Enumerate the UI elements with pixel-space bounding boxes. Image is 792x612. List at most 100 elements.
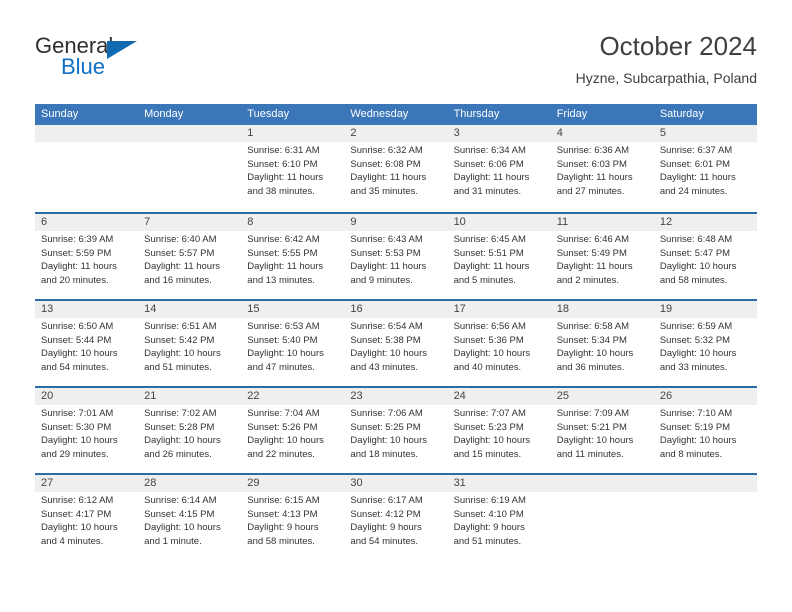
brand-logo[interactable]: General Blue xyxy=(35,34,215,94)
calendar-day-cell[interactable]: 7 Sunrise: 6:40 AM Sunset: 5:57 PM Daylight… xyxy=(138,214,241,299)
day-daylight1-text: Daylight: 10 hours xyxy=(453,348,531,359)
day-number: 27 xyxy=(41,477,54,489)
day-daylight2-text: and 11 minutes. xyxy=(556,448,624,460)
weekday-header-saturday: Saturday xyxy=(659,108,704,120)
calendar-day-cell[interactable]: 28 Sunrise: 6:14 AM Sunset: 4:15 PM Dayligh… xyxy=(138,475,241,560)
calendar-day-cell[interactable]: 16 Sunrise: 6:54 AM Sunset: 5:38 PM Dayligh… xyxy=(344,301,447,386)
day-number: 31 xyxy=(453,477,466,489)
day-daylight2-text: and 18 minutes. xyxy=(350,448,419,460)
calendar-day-cell-empty xyxy=(654,475,757,560)
day-info: Sunrise: 6:19 AM Sunset: 4:10 PM Daylight:… xyxy=(454,494,545,548)
day-number: 19 xyxy=(659,303,673,315)
calendar-day-cell[interactable]: 14 Sunrise: 6:51 AM Sunset: 5:42 PM Dayligh… xyxy=(138,301,241,386)
day-sunset-text: Sunset: 6:08 PM xyxy=(350,158,421,170)
calendar-day-cell[interactable]: 29 Sunrise: 6:15 AM Sunset: 4:13 PM Dayligh… xyxy=(241,475,344,560)
calendar-day-cell[interactable]: 30 Sunrise: 6:17 AM Sunset: 4:12 PM Dayligh… xyxy=(344,475,447,560)
day-sunrise-text: Sunrise: 7:02 AM xyxy=(144,408,217,419)
day-info: Sunrise: 6:14 AM Sunset: 4:15 PM Daylight:… xyxy=(144,494,235,548)
day-sunset-text: Sunset: 5:42 PM xyxy=(144,334,215,346)
calendar-day-cell[interactable]: 15 Sunrise: 6:53 AM Sunset: 5:40 PM Dayligh… xyxy=(241,301,344,386)
day-daylight1-text: Daylight: 11 hours xyxy=(144,261,221,272)
calendar-day-cell[interactable]: 5 Sunrise: 6:37 AM Sunset: 6:01 PM Daylight… xyxy=(654,125,757,212)
day-daylight2-text: and 29 minutes. xyxy=(41,448,109,460)
day-daylight1-text: Daylight: 11 hours xyxy=(247,261,324,272)
calendar-day-cell[interactable]: 2 Sunrise: 6:32 AM Sunset: 6:08 PM Daylight… xyxy=(344,125,447,212)
day-sunset-text: Sunset: 5:47 PM xyxy=(659,247,731,259)
day-daylight1-text: Daylight: 11 hours xyxy=(247,172,324,183)
day-sunrise-text: Sunrise: 6:40 AM xyxy=(144,234,217,245)
calendar-day-cell[interactable]: 13 Sunrise: 6:50 AM Sunset: 5:44 PM Dayligh… xyxy=(35,301,138,386)
day-sunrise-text: Sunrise: 6:46 AM xyxy=(556,234,630,245)
day-sunrise-text: Sunrise: 6:48 AM xyxy=(659,234,733,245)
day-info: Sunrise: 6:42 AM Sunset: 5:55 PM Daylight:… xyxy=(247,233,338,287)
day-daylight2-text: and 9 minutes. xyxy=(350,274,413,286)
day-number: 5 xyxy=(659,127,666,139)
calendar-day-cell[interactable]: 27 Sunrise: 6:12 AM Sunset: 4:17 PM Dayligh… xyxy=(35,475,138,560)
day-number: 18 xyxy=(556,303,569,315)
calendar-day-cell[interactable]: 3 Sunrise: 6:34 AM Sunset: 6:06 PM Daylight… xyxy=(448,125,551,212)
day-info: Sunrise: 6:12 AM Sunset: 4:17 PM Daylight:… xyxy=(41,494,132,548)
day-daylight2-text: and 2 minutes. xyxy=(556,274,620,286)
day-daylight2-text: and 51 minutes. xyxy=(144,361,212,373)
day-sunrise-text: Sunrise: 6:19 AM xyxy=(453,495,526,506)
day-number: 28 xyxy=(144,477,157,489)
day-number: 15 xyxy=(247,303,260,315)
calendar-day-cell[interactable]: 19 Sunrise: 6:59 AM Sunset: 5:32 PM Dayligh… xyxy=(654,301,757,386)
day-sunrise-text: Sunrise: 6:15 AM xyxy=(247,495,320,506)
day-sunset-text: Sunset: 5:49 PM xyxy=(556,247,627,259)
calendar-day-cell[interactable]: 22 Sunrise: 7:04 AM Sunset: 5:26 PM Dayligh… xyxy=(241,388,344,473)
day-sunset-text: Sunset: 6:03 PM xyxy=(556,158,627,170)
day-sunset-text: Sunset: 5:26 PM xyxy=(247,421,318,433)
day-daylight2-text: and 15 minutes. xyxy=(453,448,522,460)
day-daylight2-text: and 13 minutes. xyxy=(247,274,315,286)
day-number: 23 xyxy=(350,390,363,402)
calendar-day-cell[interactable]: 17 Sunrise: 6:56 AM Sunset: 5:36 PM Dayligh… xyxy=(448,301,551,386)
calendar-day-cell[interactable]: 12 Sunrise: 6:48 AM Sunset: 5:47 PM Dayligh… xyxy=(654,214,757,299)
day-daylight1-text: Daylight: 10 hours xyxy=(556,435,634,446)
calendar-day-cell[interactable]: 9 Sunrise: 6:43 AM Sunset: 5:53 PM Daylight… xyxy=(344,214,447,299)
day-daylight2-text: and 5 minutes. xyxy=(453,274,516,286)
calendar-day-cell[interactable]: 11 Sunrise: 6:46 AM Sunset: 5:49 PM Dayligh… xyxy=(551,214,654,299)
calendar-day-cell[interactable]: 18 Sunrise: 6:58 AM Sunset: 5:34 PM Dayligh… xyxy=(551,301,654,386)
day-daylight2-text: and 1 minute. xyxy=(144,535,202,547)
day-number: 6 xyxy=(41,216,48,228)
day-sunrise-text: Sunrise: 6:43 AM xyxy=(350,234,423,245)
day-daylight2-text: and 58 minutes. xyxy=(247,535,315,547)
day-info: Sunrise: 7:10 AM Sunset: 5:19 PM Daylight:… xyxy=(660,407,751,461)
weekday-header-wednesday: Wednesday xyxy=(350,108,409,120)
day-daylight1-text: Daylight: 10 hours xyxy=(144,348,221,359)
day-number: 8 xyxy=(247,216,254,228)
day-sunrise-text: Sunrise: 7:10 AM xyxy=(659,408,733,419)
day-sunset-text: Sunset: 5:59 PM xyxy=(41,247,112,259)
day-daylight2-text: and 36 minutes. xyxy=(556,361,625,373)
calendar-day-cell[interactable]: 23 Sunrise: 7:06 AM Sunset: 5:25 PM Dayligh… xyxy=(344,388,447,473)
calendar-day-cell[interactable]: 8 Sunrise: 6:42 AM Sunset: 5:55 PM Daylight… xyxy=(241,214,344,299)
calendar-day-cell[interactable]: 20 Sunrise: 7:01 AM Sunset: 5:30 PM Dayligh… xyxy=(35,388,138,473)
day-sunrise-text: Sunrise: 7:01 AM xyxy=(41,408,114,419)
day-sunset-text: Sunset: 5:38 PM xyxy=(350,334,421,346)
day-sunset-text: Sunset: 5:53 PM xyxy=(350,247,421,259)
day-sunset-text: Sunset: 5:44 PM xyxy=(41,334,112,346)
calendar-day-cell[interactable]: 6 Sunrise: 6:39 AM Sunset: 5:59 PM Daylight… xyxy=(35,214,138,299)
calendar-day-cell[interactable]: 25 Sunrise: 7:09 AM Sunset: 5:21 PM Dayligh… xyxy=(551,388,654,473)
day-number: 4 xyxy=(556,127,563,139)
day-sunset-text: Sunset: 5:19 PM xyxy=(659,421,731,433)
day-info: Sunrise: 6:56 AM Sunset: 5:36 PM Daylight:… xyxy=(454,320,545,374)
day-number: 30 xyxy=(350,477,363,489)
calendar-table: Sunday Monday Tuesday Wednesday Thursday Frid… xyxy=(35,104,757,560)
calendar-day-cell-empty xyxy=(138,125,241,212)
day-number: 13 xyxy=(41,303,54,315)
day-daylight2-text: and 16 minutes. xyxy=(144,274,212,286)
calendar-day-cell[interactable]: 31 Sunrise: 6:19 AM Sunset: 4:10 PM Dayligh… xyxy=(448,475,551,560)
calendar-day-cell[interactable]: 1 Sunrise: 6:31 AM Sunset: 6:10 PM Daylight… xyxy=(241,125,344,212)
calendar-day-cell[interactable]: 21 Sunrise: 7:02 AM Sunset: 5:28 PM Dayligh… xyxy=(138,388,241,473)
calendar-day-cell[interactable]: 24 Sunrise: 7:07 AM Sunset: 5:23 PM Dayligh… xyxy=(448,388,551,473)
calendar-day-cell[interactable]: 10 Sunrise: 6:45 AM Sunset: 5:51 PM Dayligh… xyxy=(448,214,551,299)
calendar-day-cell[interactable]: 26 Sunrise: 7:10 AM Sunset: 5:19 PM Dayligh… xyxy=(654,388,757,473)
day-daylight1-text: Daylight: 10 hours xyxy=(659,348,737,359)
day-sunrise-text: Sunrise: 6:58 AM xyxy=(556,321,630,332)
day-sunrise-text: Sunrise: 6:36 AM xyxy=(556,145,630,156)
calendar-day-cell[interactable]: 4 Sunrise: 6:36 AM Sunset: 6:03 PM Daylight… xyxy=(551,125,654,212)
day-sunrise-text: Sunrise: 6:45 AM xyxy=(453,234,526,245)
day-sunrise-text: Sunrise: 6:34 AM xyxy=(453,145,526,156)
